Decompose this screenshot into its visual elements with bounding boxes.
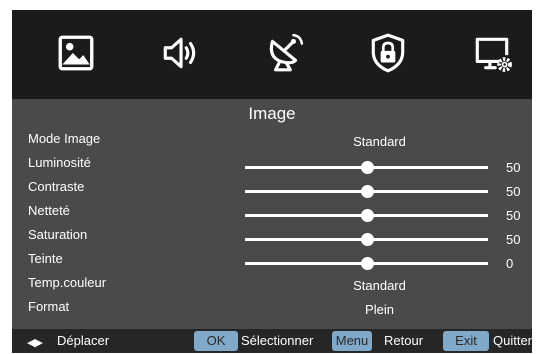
setting-label: Temp.couleur	[28, 275, 107, 290]
slider-track[interactable]	[245, 233, 488, 246]
setting-label: Contraste	[28, 179, 85, 194]
slider-track[interactable]	[245, 161, 488, 174]
left-right-arrows-icon: ◀▶	[27, 337, 43, 349]
move-hint-label: Déplacer	[57, 333, 110, 348]
setting-row[interactable]: Teinte 0	[12, 249, 532, 273]
setting-label: Teinte	[28, 251, 63, 266]
slider-track[interactable]	[245, 257, 488, 270]
setting-label: Luminosité	[28, 155, 91, 170]
setting-row[interactable]: Temp.couleur Standard	[12, 273, 532, 297]
slider-track[interactable]	[245, 185, 488, 198]
slider-value: 50	[506, 232, 521, 247]
setting-row[interactable]: Luminosité 50	[12, 153, 532, 177]
slider-value: 50	[506, 160, 521, 175]
tv-osd-menu: Image Mode Image Standard Luminosité 50 Cont…	[12, 10, 532, 353]
tab-sound[interactable]	[157, 30, 203, 76]
setting-value[interactable]: Standard	[242, 278, 517, 294]
exit-hint-label: Quitter	[493, 333, 532, 348]
help-bar: ◀▶ Déplacer OK Sélectionner Menu Retour …	[12, 329, 532, 353]
tab-setup[interactable]	[469, 30, 515, 76]
setting-row[interactable]: Netteté 50	[12, 201, 532, 225]
tab-lock[interactable]	[365, 30, 411, 76]
slider-knob[interactable]	[360, 233, 374, 246]
slider-knob[interactable]	[360, 209, 374, 222]
select-hint-label: Sélectionner	[241, 333, 314, 348]
slider-knob[interactable]	[360, 185, 374, 198]
slider-value: 0	[506, 256, 514, 271]
back-hint-label: Retour	[384, 333, 424, 348]
setting-value[interactable]: Plein	[242, 302, 517, 318]
setting-row[interactable]: Contraste 50	[12, 177, 532, 201]
menu-category-bar	[12, 10, 532, 99]
setting-label: Mode Image	[28, 131, 101, 146]
setting-label: Netteté	[28, 203, 70, 218]
setting-label: Saturation	[28, 227, 88, 242]
picture-settings-panel: Image Mode Image Standard Luminosité 50 Cont…	[12, 99, 532, 329]
lock-shield-icon	[371, 33, 405, 73]
speaker-icon	[163, 37, 196, 69]
slider-value: 50	[506, 184, 521, 199]
slider-value: 50	[506, 208, 521, 223]
tab-picture[interactable]	[53, 30, 99, 76]
monitor-settings-icon	[475, 37, 512, 72]
image-icon	[58, 35, 94, 71]
satellite-dish-icon	[269, 33, 304, 72]
setting-label: Format	[28, 299, 70, 314]
panel-title: Image	[248, 104, 296, 123]
tab-channel[interactable]	[261, 30, 307, 76]
exit-key-button[interactable]: Exit	[443, 331, 489, 351]
setting-row[interactable]: Mode Image Standard	[12, 129, 532, 153]
setting-row[interactable]: Format Plein	[12, 297, 532, 321]
ok-key-button[interactable]: OK	[194, 331, 238, 351]
menu-key-button[interactable]: Menu	[332, 331, 372, 351]
setting-value[interactable]: Standard	[242, 134, 517, 150]
slider-knob[interactable]	[360, 257, 374, 270]
setting-row[interactable]: Saturation 50	[12, 225, 532, 249]
slider-knob[interactable]	[360, 161, 374, 174]
slider-track[interactable]	[245, 209, 488, 222]
